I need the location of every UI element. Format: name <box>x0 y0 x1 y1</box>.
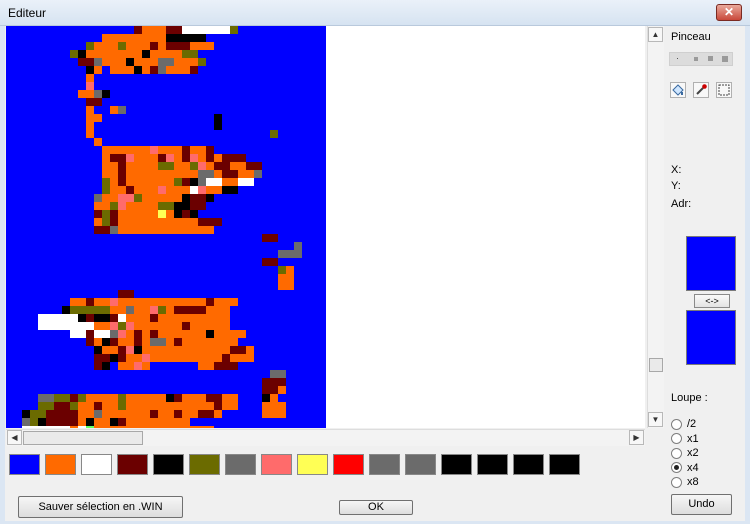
palette-swatch-8[interactable] <box>261 454 292 475</box>
title-bar: Editeur ✕ <box>0 0 750 26</box>
vertical-scrollbar[interactable]: ▲ ▼ <box>647 26 664 428</box>
zoom-radio-button[interactable] <box>671 476 682 488</box>
x-coordinate-label: X: <box>671 164 682 176</box>
palette-swatch-11[interactable] <box>369 454 400 475</box>
side-panel: Pinceau X: Y: Adr: <-> Loupe : /2 x1 x2 x4 x… <box>665 26 745 521</box>
palette-swatch-5[interactable] <box>153 454 184 475</box>
horizontal-scrollbar[interactable]: ◀ ▶ <box>6 429 645 446</box>
palette-swatch-3[interactable] <box>81 454 112 475</box>
zoom-option-label: x2 <box>687 447 699 459</box>
palette-swatch-7[interactable] <box>225 454 256 475</box>
zoom-radio-button[interactable] <box>671 447 682 459</box>
zoom-option-row[interactable]: x4 <box>671 461 699 475</box>
palette-swatch-13[interactable] <box>441 454 472 475</box>
zoom-label: Loupe : <box>671 392 708 404</box>
zoom-option-label: x4 <box>687 461 699 474</box>
editor-canvas[interactable] <box>6 26 645 428</box>
window-frame-left <box>0 26 5 524</box>
undo-button[interactable]: Undo <box>671 494 732 515</box>
foreground-color-preview[interactable] <box>686 236 736 291</box>
zoom-option-label: /2 <box>687 418 697 430</box>
zoom-radio-button[interactable] <box>671 462 682 473</box>
palette-swatch-16[interactable] <box>549 454 580 475</box>
background-color-preview[interactable] <box>686 310 736 365</box>
zoom-option-row[interactable]: x2 <box>671 446 699 460</box>
ok-button[interactable]: OK <box>339 500 413 515</box>
zoom-option-row[interactable]: /2 <box>671 417 696 431</box>
selection-icon[interactable] <box>716 82 732 98</box>
zoom-option-label: x1 <box>687 432 699 445</box>
brush-size-2-icon[interactable] <box>694 57 698 61</box>
palette-swatch-12[interactable] <box>405 454 436 475</box>
zoom-radio-button[interactable] <box>671 418 682 430</box>
zoom-option-row[interactable]: x8 <box>671 475 699 489</box>
save-selection-button[interactable]: Sauver sélection en .WIN <box>18 496 183 518</box>
brush-size-selector[interactable] <box>669 52 733 66</box>
palette-swatch-1[interactable] <box>9 454 40 475</box>
palette-swatch-6[interactable] <box>189 454 220 475</box>
zoom-option-row[interactable]: x1 <box>671 432 699 446</box>
eyedropper-icon[interactable] <box>693 82 709 98</box>
scroll-left-icon[interactable]: ◀ <box>7 430 22 445</box>
palette-swatch-10[interactable] <box>333 454 364 475</box>
window-title: Editeur <box>8 6 47 20</box>
scroll-up-icon[interactable]: ▲ <box>648 27 663 42</box>
fill-bucket-icon[interactable] <box>670 82 686 98</box>
pinceau-label: Pinceau <box>671 31 711 43</box>
zoom-radio-button[interactable] <box>671 433 682 444</box>
vertical-scroll-thumb[interactable] <box>649 358 663 372</box>
brush-size-4-icon[interactable] <box>722 56 728 62</box>
scroll-down-icon[interactable]: ▼ <box>648 412 663 427</box>
palette-swatch-9[interactable] <box>297 454 328 475</box>
palette-swatch-2[interactable] <box>45 454 76 475</box>
brush-size-1-icon[interactable] <box>677 58 678 59</box>
palette-swatch-15[interactable] <box>513 454 544 475</box>
palette-swatch-4[interactable] <box>117 454 148 475</box>
scroll-right-icon[interactable]: ▶ <box>629 430 644 445</box>
palette-swatch-14[interactable] <box>477 454 508 475</box>
window-frame-right <box>745 26 750 524</box>
y-coordinate-label: Y: <box>671 180 681 192</box>
horizontal-scroll-thumb[interactable] <box>23 431 143 445</box>
zoom-option-label: x8 <box>687 476 699 488</box>
pixel-grid[interactable] <box>6 26 326 428</box>
brush-size-3-icon[interactable] <box>708 56 713 61</box>
address-label: Adr: <box>671 198 692 210</box>
close-button[interactable]: ✕ <box>716 4 742 21</box>
swap-colors-button[interactable]: <-> <box>694 294 730 308</box>
